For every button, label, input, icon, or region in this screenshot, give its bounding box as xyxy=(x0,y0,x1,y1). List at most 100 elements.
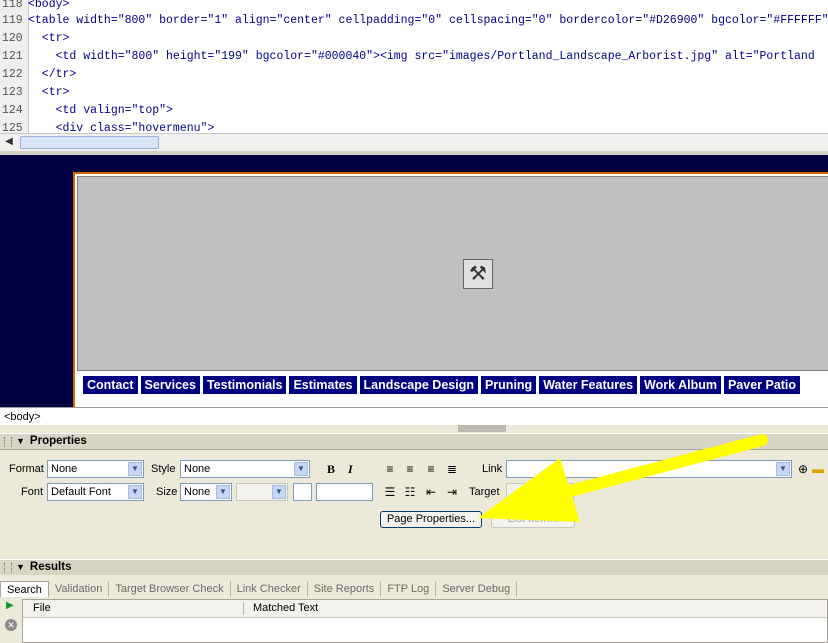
column-matched-text[interactable]: Matched Text xyxy=(245,600,318,617)
code-view[interactable]: 118 <body> 119 <table width="800" border="… xyxy=(0,0,828,134)
menu-link-pruning[interactable]: Pruning xyxy=(480,376,537,394)
collapse-handle[interactable] xyxy=(458,425,506,432)
menu-link-landscape-design[interactable]: Landscape Design xyxy=(359,376,478,394)
code-text: <td valign="top"> xyxy=(28,104,173,117)
folder-icon[interactable]: ▬ xyxy=(810,461,826,477)
link-input[interactable]: ▼ xyxy=(506,460,792,478)
line-number: 119 xyxy=(2,14,23,27)
expand-triangle-icon[interactable]: ▼ xyxy=(16,434,25,449)
size-select[interactable]: None ▼ xyxy=(180,483,232,501)
horizontal-scrollbar[interactable]: ◀ xyxy=(0,133,828,152)
tab-server-debug[interactable]: Server Debug xyxy=(436,581,518,597)
broken-image-icon: ⚒ xyxy=(463,259,493,289)
design-view[interactable]: ⚒ Contact Services Testimonials Estimate… xyxy=(0,155,828,407)
code-text: <body> xyxy=(28,0,70,11)
bold-button[interactable]: B xyxy=(327,460,335,478)
font-select[interactable]: Default Font ▼ xyxy=(47,483,144,501)
layout-table[interactable]: ⚒ Contact Services Testimonials Estimate… xyxy=(73,172,828,407)
menu-link-work-album[interactable]: Work Album xyxy=(640,376,721,394)
tab-search[interactable]: Search xyxy=(0,581,49,597)
menu-link-contact[interactable]: Contact xyxy=(83,376,138,394)
code-line[interactable]: 121 <td width="800" height="199" bgcolor… xyxy=(0,48,815,66)
page-properties-button[interactable]: Page Properties... xyxy=(380,511,482,528)
chevron-down-icon[interactable]: ▼ xyxy=(294,462,308,476)
line-number: 121 xyxy=(2,50,23,63)
target-label: Target xyxy=(469,486,500,498)
chevron-down-icon[interactable]: ▼ xyxy=(272,485,286,499)
stop-icon[interactable]: ✕ xyxy=(5,619,17,631)
tab-link-checker[interactable]: Link Checker xyxy=(231,581,308,597)
ordered-list-icon[interactable]: ☷ xyxy=(402,484,418,500)
code-text: </tr> xyxy=(28,68,77,81)
results-table: File Matched Text xyxy=(22,599,828,643)
column-divider[interactable] xyxy=(243,602,244,615)
results-title: Results xyxy=(29,561,72,573)
style-value: None xyxy=(184,463,211,475)
image-placeholder[interactable]: ⚒ xyxy=(77,176,828,371)
scroll-left-icon[interactable]: ◀ xyxy=(2,135,16,149)
column-file[interactable]: File xyxy=(25,600,51,617)
panel-grip-icon[interactable] xyxy=(4,563,12,573)
scrollbar-thumb[interactable] xyxy=(20,136,159,149)
chevron-down-icon[interactable]: ▼ xyxy=(128,462,142,476)
format-label: Format xyxy=(9,463,44,475)
results-panel-header[interactable]: ▼ Results xyxy=(0,559,828,576)
size-unit-select[interactable]: ▼ xyxy=(236,483,288,501)
panel-splitter[interactable] xyxy=(0,425,828,433)
menu-link-water-features[interactable]: Water Features xyxy=(539,376,638,394)
menu-link-testimonials[interactable]: Testimonials xyxy=(202,376,287,394)
font-value: Default Font xyxy=(51,486,111,498)
menu-link-estimates[interactable]: Estimates xyxy=(289,376,357,394)
indent-icon[interactable]: ⇥ xyxy=(444,484,460,500)
format-value: None xyxy=(51,463,78,475)
properties-panel: Format None ▼ Style None ▼ B I ≡ ≡ ≡ ≣ Lin… xyxy=(0,451,828,559)
code-line[interactable]: 120 <tr> xyxy=(0,30,69,48)
expand-triangle-icon[interactable]: ▼ xyxy=(16,560,25,575)
tab-target-browser-check[interactable]: Target Browser Check xyxy=(109,581,231,597)
tag-selector: <body> xyxy=(0,407,828,425)
format-select[interactable]: None ▼ xyxy=(47,460,144,478)
results-table-header: File Matched Text xyxy=(23,600,827,618)
code-text: <table width="800" border="1" align="cen… xyxy=(28,14,828,27)
point-to-file-icon[interactable]: ⊕ xyxy=(795,461,811,477)
menu-link-paver-patio[interactable]: Paver Patio xyxy=(723,376,801,394)
unordered-list-icon[interactable]: ☰ xyxy=(382,484,398,500)
tag-body[interactable]: <body> xyxy=(4,411,41,423)
outdent-icon[interactable]: ⇤ xyxy=(423,484,439,500)
properties-panel-header[interactable]: ▼ Properties xyxy=(0,433,828,450)
tab-site-reports[interactable]: Site Reports xyxy=(308,581,382,597)
code-line[interactable]: 124 <td valign="top"> xyxy=(0,102,173,120)
text-color-picker[interactable] xyxy=(293,483,312,501)
results-panel: Search Validation Target Browser Check L… xyxy=(0,575,828,643)
chevron-down-icon[interactable]: ▼ xyxy=(776,462,790,476)
size-label: Size xyxy=(156,486,178,498)
tab-ftp-log[interactable]: FTP Log xyxy=(381,581,437,597)
line-number: 120 xyxy=(2,32,23,45)
chevron-down-icon[interactable]: ▼ xyxy=(128,485,142,499)
target-select[interactable] xyxy=(506,483,574,501)
code-line[interactable]: 125 <div class="hovermenu"> xyxy=(0,120,214,133)
align-justify-icon[interactable]: ≣ xyxy=(444,461,460,477)
link-label: Link xyxy=(482,463,503,475)
results-tabs: Search Validation Target Browser Check L… xyxy=(0,581,518,597)
italic-button[interactable]: I xyxy=(348,460,353,478)
code-line[interactable]: 122 </tr> xyxy=(0,66,76,84)
panel-grip-icon[interactable] xyxy=(4,437,12,447)
properties-title: Properties xyxy=(29,435,87,447)
chevron-down-icon[interactable]: ▼ xyxy=(216,485,230,499)
align-right-icon[interactable]: ≡ xyxy=(423,461,439,477)
align-center-icon[interactable]: ≡ xyxy=(402,461,418,477)
code-text: <tr> xyxy=(28,32,70,45)
text-color-input[interactable] xyxy=(316,483,373,501)
play-icon[interactable]: ▶ xyxy=(6,600,14,611)
align-left-icon[interactable]: ≡ xyxy=(382,461,398,477)
code-line[interactable]: 119 <table width="800" border="1" align="… xyxy=(0,12,828,30)
menu-link-services[interactable]: Services xyxy=(140,376,200,394)
tab-validation[interactable]: Validation xyxy=(49,581,110,597)
list-item-button[interactable]: List Item... xyxy=(491,511,575,528)
line-number: 123 xyxy=(2,86,23,99)
style-label: Style xyxy=(151,463,176,475)
style-select[interactable]: None ▼ xyxy=(180,460,310,478)
line-number: 124 xyxy=(2,104,23,117)
code-line[interactable]: 123 <tr> xyxy=(0,84,69,102)
